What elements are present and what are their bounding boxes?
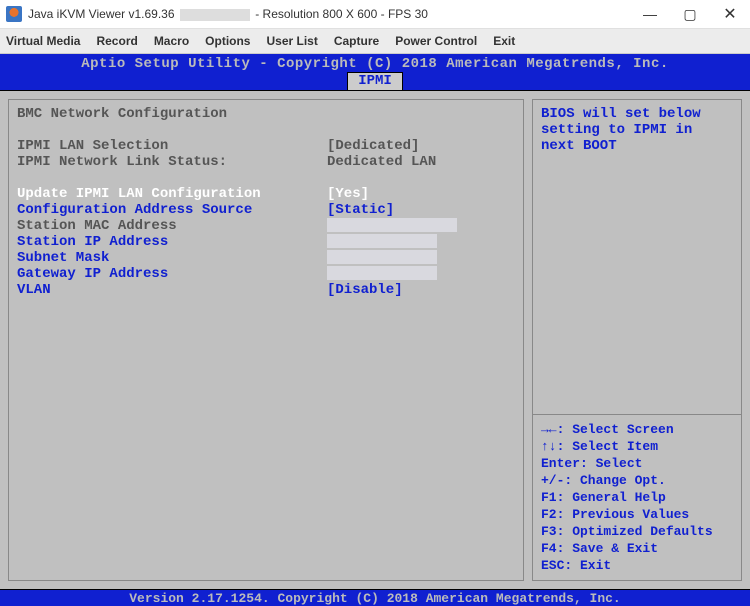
- menu-virtual-media[interactable]: Virtual Media: [6, 34, 80, 48]
- legend-f3-defaults: F3: Optimized Defaults: [541, 523, 733, 540]
- label-gateway-ip: Gateway IP Address: [17, 266, 327, 282]
- row-station-ip[interactable]: Station IP Address: [17, 234, 515, 250]
- row-subnet-mask[interactable]: Subnet Mask: [17, 250, 515, 266]
- title-suffix: - Resolution 800 X 600 - FPS 30: [252, 7, 428, 21]
- legend-f4-save: F4: Save & Exit: [541, 540, 733, 557]
- legend-select-item: ↑↓: Select Item: [541, 438, 733, 455]
- close-button[interactable]: ✕: [710, 0, 750, 28]
- value-ipmi-link-status: Dedicated LAN: [327, 154, 436, 170]
- menu-macro[interactable]: Macro: [154, 34, 189, 48]
- row-station-mac: Station MAC Address: [17, 218, 515, 234]
- value-update-ipmi-lan: [Yes]: [327, 186, 369, 202]
- bios-left-panel: BMC Network Configuration IPMI LAN Selec…: [8, 99, 524, 581]
- menu-options[interactable]: Options: [205, 34, 250, 48]
- app-window: Java iKVM Viewer v1.69.36 - Resolution 8…: [0, 0, 750, 606]
- value-ipmi-lan-selection: [Dedicated]: [327, 138, 419, 154]
- label-update-ipmi-lan: Update IPMI LAN Configuration: [17, 186, 327, 202]
- bios-header: Aptio Setup Utility - Copyright (C) 2018…: [0, 54, 750, 91]
- legend-f1-help: F1: General Help: [541, 489, 733, 506]
- row-ipmi-lan-selection[interactable]: IPMI LAN Selection [Dedicated]: [17, 138, 515, 154]
- titlebar: Java iKVM Viewer v1.69.36 - Resolution 8…: [0, 0, 750, 29]
- row-update-ipmi-lan[interactable]: Update IPMI LAN Configuration [Yes]: [17, 186, 515, 202]
- maximize-button[interactable]: ▢: [670, 0, 710, 28]
- legend-select-screen: →←: Select Screen: [541, 421, 733, 438]
- menu-user-list[interactable]: User List: [266, 34, 317, 48]
- bios-tab-row: IPMI: [0, 72, 750, 90]
- row-config-address-source[interactable]: Configuration Address Source [Static]: [17, 202, 515, 218]
- menubar: Virtual Media Record Macro Options User …: [0, 29, 750, 54]
- label-ipmi-lan-selection: IPMI LAN Selection: [17, 138, 327, 154]
- bios-header-text: Aptio Setup Utility - Copyright (C) 2018…: [0, 54, 750, 72]
- menu-record[interactable]: Record: [96, 34, 137, 48]
- row-vlan[interactable]: VLAN [Disable]: [17, 282, 515, 298]
- java-icon: [6, 6, 22, 22]
- label-ipmi-link-status: IPMI Network Link Status:: [17, 154, 327, 170]
- menu-capture[interactable]: Capture: [334, 34, 379, 48]
- title-redacted: [180, 9, 250, 21]
- label-vlan: VLAN: [17, 282, 327, 298]
- value-subnet-mask: [327, 250, 437, 266]
- bios-body: BMC Network Configuration IPMI LAN Selec…: [0, 91, 750, 589]
- minimize-button[interactable]: —: [630, 0, 670, 28]
- bios-screen: Aptio Setup Utility - Copyright (C) 2018…: [0, 54, 750, 606]
- legend-f2-prev: F2: Previous Values: [541, 506, 733, 523]
- value-station-ip: [327, 234, 437, 250]
- label-config-address-source: Configuration Address Source: [17, 202, 327, 218]
- window-controls: — ▢ ✕: [630, 0, 750, 28]
- label-station-ip: Station IP Address: [17, 234, 327, 250]
- section-title-label: BMC Network Configuration: [17, 106, 327, 122]
- row-ipmi-link-status: IPMI Network Link Status: Dedicated LAN: [17, 154, 515, 170]
- legend-change-opt: +/-: Change Opt.: [541, 472, 733, 489]
- menu-exit[interactable]: Exit: [493, 34, 515, 48]
- window-title: Java iKVM Viewer v1.69.36 - Resolution 8…: [28, 7, 630, 21]
- row-gateway-ip[interactable]: Gateway IP Address: [17, 266, 515, 282]
- value-vlan: [Disable]: [327, 282, 403, 298]
- legend-esc-exit: ESC: Exit: [541, 557, 733, 574]
- legend-enter-select: Enter: Select: [541, 455, 733, 472]
- bios-key-legend: →←: Select Screen ↑↓: Select Item Enter:…: [541, 421, 733, 574]
- title-prefix: Java iKVM Viewer v1.69.36: [28, 7, 178, 21]
- value-station-mac: [327, 218, 457, 234]
- label-station-mac: Station MAC Address: [17, 218, 327, 234]
- value-gateway-ip: [327, 266, 437, 282]
- section-title: BMC Network Configuration: [17, 106, 515, 122]
- bios-right-panel: BIOS will set below setting to IPMI in n…: [532, 99, 742, 581]
- bios-help-text: BIOS will set below setting to IPMI in n…: [541, 106, 733, 408]
- bios-help-divider: [533, 414, 741, 415]
- menu-power-control[interactable]: Power Control: [395, 34, 477, 48]
- value-config-address-source: [Static]: [327, 202, 394, 218]
- bios-footer: Version 2.17.1254. Copyright (C) 2018 Am…: [0, 589, 750, 606]
- label-subnet-mask: Subnet Mask: [17, 250, 327, 266]
- tab-ipmi[interactable]: IPMI: [347, 72, 403, 90]
